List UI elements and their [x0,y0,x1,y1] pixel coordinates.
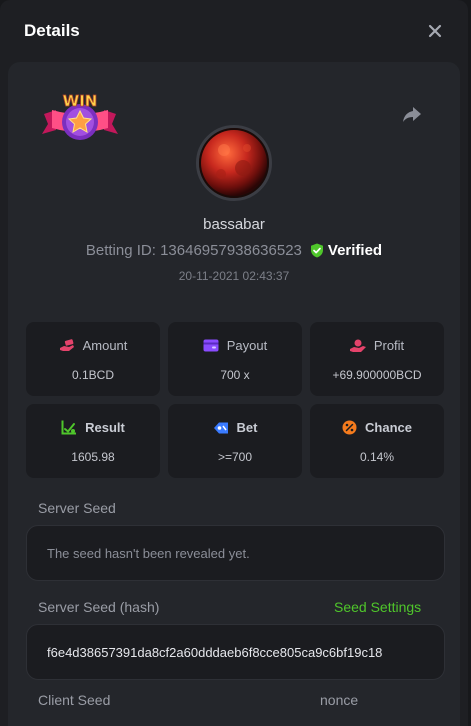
details-panel: WIN bassabar Betting ID: 136469579386365… [8,62,460,726]
stat-label: Chance [365,420,412,435]
stat-value: +69.900000BCD [332,367,422,382]
avatar-image [199,128,269,198]
server-seed-field: The seed hasn't been revealed yet. [26,525,445,581]
seed-settings-link[interactable]: Seed Settings [334,599,421,615]
win-badge-text: WIN [63,92,98,110]
stat-value: >=700 [217,449,253,464]
close-icon [428,24,442,38]
stat-result: Result 1605.98 [26,404,160,478]
wallet-icon [203,339,219,352]
server-seed-label: Server Seed [38,500,116,516]
verified-shield-icon [310,243,323,258]
modal-title: Details [24,21,80,40]
stat-payout: Payout 700 x [168,322,302,396]
betting-id: Betting ID: 13646957938636523 [85,242,302,259]
stat-label: Profit [373,338,405,353]
avatar [196,125,272,201]
server-seed-value: The seed hasn't been revealed yet. [47,545,250,561]
verified-label: Verified [327,242,383,259]
stat-chance: Chance 0.14% [310,404,444,478]
server-seed-hash-label: Server Seed (hash) [38,599,160,615]
server-seed-hash-value[interactable]: f6e4d38657391da8cf2a60dddaeb6f8cce805ca9… [47,645,382,660]
share-icon [403,107,421,122]
stat-label: Result [85,420,125,435]
stat-value: 0.1BCD [71,367,115,382]
bet-timestamp: 20-11-2021 02:43:37 [178,269,290,283]
client-seed-label: Client Seed [38,692,111,708]
stat-label: Payout [226,338,268,353]
stat-label: Amount [82,338,128,353]
stat-value: 0.14% [359,449,395,464]
stat-bet: Bet >=700 [168,404,302,478]
stat-amount: Amount 0.1BCD [26,322,160,396]
share-button[interactable] [400,102,424,126]
server-seed-hash-field[interactable]: f6e4d38657391da8cf2a60dddaeb6f8cce805ca9… [26,624,445,680]
close-button[interactable] [424,20,446,42]
percent-icon [342,420,357,435]
stats-grid: Amount 0.1BCD Payout 700 x Profit +69.90… [26,322,445,478]
win-badge-icon: WIN [42,92,118,140]
modal-header: Details [0,0,468,62]
username: bassabar [203,216,265,233]
verified-badge: Verified [310,242,382,259]
stat-value: 700 x [220,367,250,382]
profit-hand-icon [349,339,366,352]
money-hand-icon [59,338,74,351]
bet-details-modal: Details WIN bassabar Betting ID: 1364695… [0,0,468,726]
stat-profit: Profit +69.900000BCD [310,322,444,396]
chart-check-icon [61,420,77,435]
betting-id-row: Betting ID: 13646957938636523 Verified [8,242,460,259]
stat-value: 1605.98 [71,449,115,464]
nonce-label: nonce [320,692,359,708]
tag-icon [213,422,228,433]
stat-label: Bet [236,420,258,435]
